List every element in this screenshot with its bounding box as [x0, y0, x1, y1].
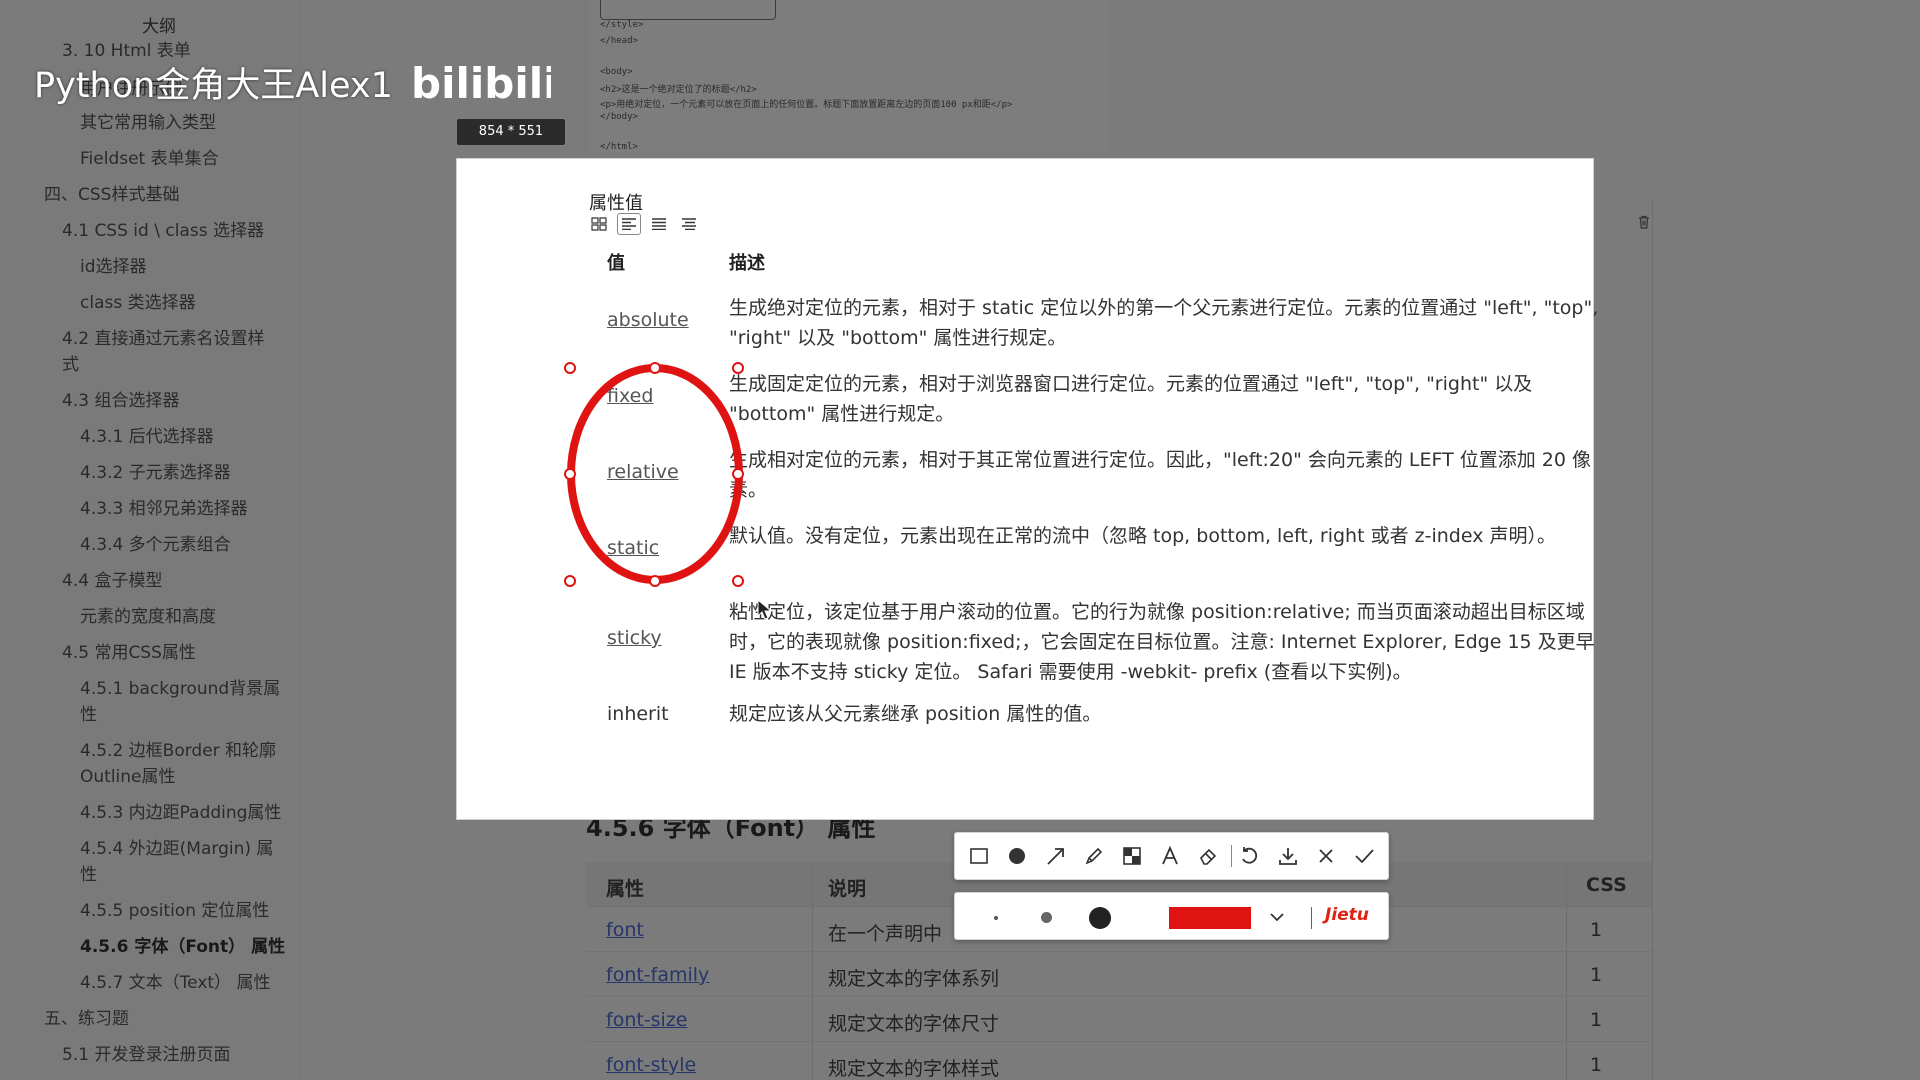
- value-link-fixed[interactable]: fixed: [607, 385, 653, 407]
- rectangle-icon[interactable]: [965, 836, 993, 876]
- value-link-sticky[interactable]: sticky: [607, 627, 662, 649]
- eraser-icon[interactable]: [1194, 836, 1222, 876]
- pencil-icon[interactable]: [1080, 836, 1108, 876]
- section-title: 属性值: [589, 193, 643, 214]
- watermark-text: Python金角大王Alex1: [34, 65, 393, 106]
- brush-settings-bar: Jietu: [954, 892, 1389, 940]
- value-description: 生成相对定位的元素，相对于其正常位置进行定位。因此，"left:20" 会向元素…: [729, 449, 1591, 501]
- toolbar-separator: [1230, 845, 1232, 867]
- value-description: 默认值。没有定位，元素出现在正常的流中（忽略 top, bottom, left…: [729, 525, 1556, 547]
- bilibili-logo: bilibili: [411, 59, 551, 108]
- color-swatch[interactable]: [1169, 907, 1251, 929]
- brush-size-medium[interactable]: [1041, 912, 1052, 923]
- mosaic-icon[interactable]: [1118, 836, 1146, 876]
- value-description: 粘性定位，该定位基于用户滚动的位置。它的行为就像 position:relati…: [729, 601, 1595, 683]
- column-header-description: 描述: [729, 253, 765, 274]
- value-description: 生成固定定位的元素，相对于浏览器窗口进行定位。元素的位置通过 "left", "…: [729, 373, 1533, 425]
- app-brand: Jietu: [1325, 905, 1369, 925]
- ellipse-icon[interactable]: [1003, 836, 1031, 876]
- value-link-static[interactable]: static: [607, 537, 659, 559]
- brush-size-small[interactable]: [994, 916, 998, 920]
- value-link-relative[interactable]: relative: [607, 461, 679, 483]
- align-right-icon[interactable]: [677, 213, 701, 235]
- screenshot-toolbar: [954, 832, 1389, 880]
- value-link-absolute[interactable]: absolute: [607, 309, 689, 331]
- align-left-icon[interactable]: [617, 213, 641, 235]
- value-description: 规定应该从父元素继承 position 属性的值。: [729, 703, 1102, 725]
- download-icon[interactable]: [1273, 836, 1301, 876]
- value-inherit: inherit: [607, 703, 669, 725]
- capture-size-badge: 854 * 551: [457, 119, 565, 145]
- close-icon[interactable]: [1312, 836, 1340, 876]
- column-header-value: 值: [607, 253, 625, 274]
- svg-text:bilibili: bilibili: [411, 59, 551, 108]
- channel-watermark: Python金角大王Alex1 bilibili: [34, 52, 551, 112]
- capture-region[interactable]: 属性值 值 描述 absolute 生成绝对定位的元素，相对于 static 定…: [456, 158, 1598, 820]
- align-center-icon[interactable]: [647, 213, 671, 235]
- brush-size-large[interactable]: [1089, 907, 1111, 929]
- chevron-down-icon[interactable]: [1267, 907, 1287, 927]
- check-icon[interactable]: [1350, 836, 1378, 876]
- arrow-icon[interactable]: [1041, 836, 1069, 876]
- table-align-bar: [587, 213, 701, 235]
- text-icon[interactable]: [1156, 836, 1184, 876]
- toolbar-separator: [1311, 907, 1312, 929]
- value-description: 生成绝对定位的元素，相对于 static 定位以外的第一个父元素进行定位。元素的…: [729, 297, 1599, 349]
- grid-icon[interactable]: [587, 213, 611, 235]
- undo-icon[interactable]: [1235, 836, 1263, 876]
